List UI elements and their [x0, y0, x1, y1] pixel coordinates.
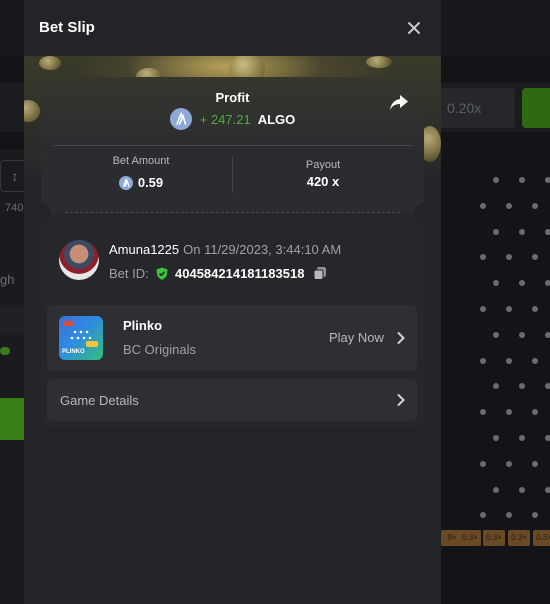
- plinko-peg: [480, 357, 486, 364]
- plinko-peg: [506, 409, 512, 416]
- plinko-peg: [519, 228, 525, 235]
- plinko-peg: [519, 435, 525, 441]
- game-details-row[interactable]: Game Details: [47, 379, 417, 421]
- game-provider: BC Originals: [123, 342, 196, 357]
- bet-amount-label: Bet Amount: [112, 155, 170, 167]
- plinko-peg: [480, 306, 486, 312]
- plinko-peg: [545, 435, 550, 441]
- plinko-peg: [519, 331, 525, 338]
- share-icon: [390, 95, 408, 110]
- profit-label: Profit: [215, 90, 250, 105]
- plinko-peg: [519, 486, 525, 493]
- ticket-dashed-line: [65, 212, 400, 213]
- ticket-notch-left: [31, 203, 51, 223]
- background-left-value: 740: [5, 202, 24, 214]
- plinko-peg: [493, 435, 499, 441]
- plinko-peg: [480, 409, 486, 416]
- chevron-right-icon: [397, 332, 405, 344]
- close-icon: [408, 22, 420, 34]
- plinko-peg: [493, 331, 499, 338]
- background-left-toggle: [0, 347, 10, 355]
- game-row[interactable]: PLINKO Plinko BC Originals Play Now: [47, 305, 417, 371]
- modal-title: Bet Slip: [39, 19, 95, 36]
- plinko-peg: [506, 306, 512, 312]
- background-left-panel: [0, 150, 24, 604]
- plinko-peg: [493, 383, 499, 390]
- bet-id-label: Bet ID:: [109, 266, 149, 281]
- chevron-right-icon: [397, 394, 405, 406]
- bet-amount-number: 0.59: [137, 175, 164, 191]
- profit-currency: ALGO: [257, 111, 296, 127]
- plinko-peg: [545, 331, 550, 338]
- plinko-multiplier-slot: 0.3×: [508, 530, 530, 546]
- plinko-peg: [532, 409, 538, 416]
- plinko-peg: [480, 254, 486, 261]
- plinko-peg: [532, 460, 538, 467]
- plinko-peg: [493, 228, 499, 235]
- plinko-peg: [545, 280, 550, 287]
- share-button[interactable]: [388, 91, 410, 113]
- modal-header: Bet Slip: [24, 0, 441, 56]
- profit-amount: + 247.21: [199, 111, 251, 127]
- plinko-peg: [532, 512, 538, 519]
- ticket-notch-right: [414, 203, 434, 223]
- bet-amount-value: 0.59: [51, 174, 231, 190]
- plinko-peg: [545, 228, 550, 235]
- plinko-peg: [506, 460, 512, 467]
- copy-icon[interactable]: [313, 266, 327, 280]
- bet-date: On 11/29/2023, 3:44:10 AM: [183, 242, 342, 257]
- plinko-peg: [506, 202, 512, 209]
- background-multiplier-chip: 0.20x: [437, 88, 515, 128]
- plinko-peg: [545, 177, 550, 183]
- background-left-label: gh: [0, 272, 15, 287]
- play-now-link[interactable]: Play Now: [329, 330, 384, 345]
- game-thumbnail: PLINKO: [59, 316, 103, 360]
- plinko-peg: [532, 202, 538, 209]
- algo-coin-icon: [169, 108, 192, 130]
- algo-coin-icon-small: [118, 175, 133, 190]
- background-bet-button: [522, 88, 550, 128]
- plinko-peg: [480, 512, 486, 519]
- plinko-peg: [493, 486, 499, 493]
- plinko-peg: [532, 306, 538, 312]
- plinko-peg: [506, 357, 512, 364]
- bet-id-value: 404584214181183518: [175, 266, 305, 281]
- avatar[interactable]: [59, 240, 99, 280]
- bet-card: Profit + 247.21 ALGO Bet Amount 0.59 Pay…: [31, 77, 434, 427]
- background-left-field: [0, 305, 24, 335]
- shield-check-icon: [156, 267, 168, 280]
- plinko-peg: [480, 202, 486, 209]
- close-button[interactable]: [402, 16, 426, 40]
- plinko-multiplier-slot: 0.3×: [533, 530, 550, 546]
- payout-value: 420 x: [306, 174, 340, 189]
- profit-row: + 247.21 ALGO: [41, 108, 424, 130]
- user-line: Amuna1225 On 11/29/2023, 3:44:10 AM: [109, 242, 341, 257]
- plinko-multiplier-slot: 0.3×: [483, 530, 505, 546]
- background-left-green-button: [0, 398, 24, 440]
- plinko-multiplier-slot: 0.3×: [459, 530, 481, 546]
- plinko-peg: [545, 383, 550, 390]
- game-details-label: Game Details: [60, 393, 139, 408]
- plinko-peg: [545, 486, 550, 493]
- plinko-peg: [480, 460, 486, 467]
- plinko-peg: [519, 280, 525, 287]
- game-thumbnail-label: PLINKO: [62, 349, 85, 355]
- plinko-peg: [532, 357, 538, 364]
- game-name: Plinko: [123, 318, 163, 333]
- plinko-peg: [519, 383, 525, 390]
- plinko-peg: [519, 177, 525, 183]
- plinko-peg: [506, 254, 512, 261]
- plinko-peg: [493, 177, 499, 183]
- plinko-peg: [532, 254, 538, 261]
- profit-divider: [53, 145, 412, 146]
- profit-section: Profit + 247.21 ALGO Bet Amount 0.59 Pay…: [41, 77, 424, 213]
- payout-label: Payout: [305, 159, 341, 171]
- bet-slip-modal: Bet Slip Profit + 247.21 ALGO Bet Amount…: [24, 0, 441, 604]
- bet-id-line: Bet ID: 404584214181183518: [109, 266, 327, 281]
- plinko-peg: [506, 512, 512, 519]
- username[interactable]: Amuna1225: [109, 242, 179, 257]
- plinko-peg: [493, 280, 499, 287]
